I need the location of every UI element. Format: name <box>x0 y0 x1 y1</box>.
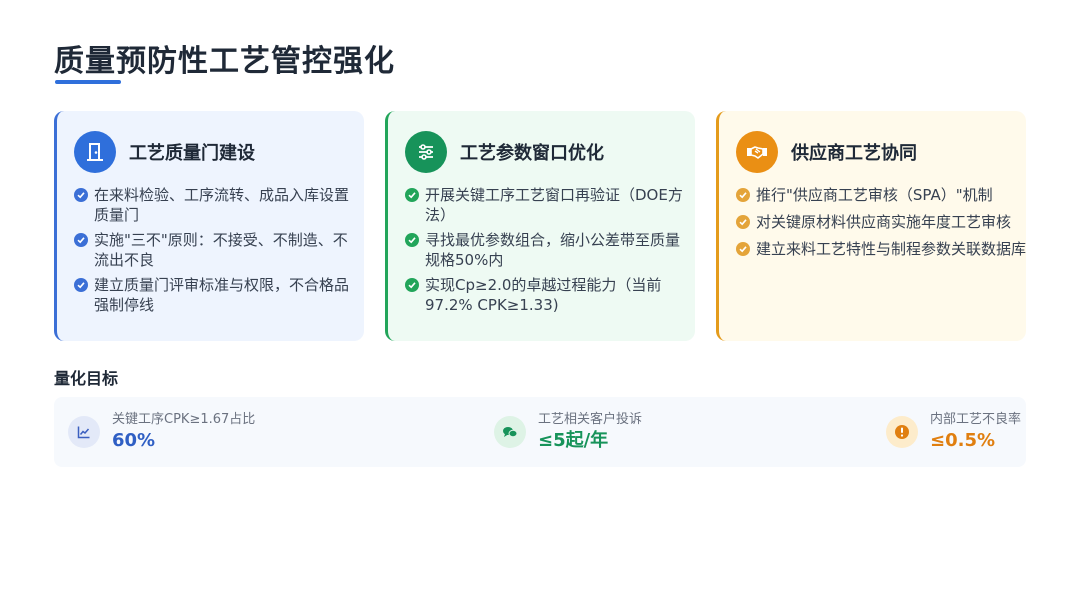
metric-label: 内部工艺不良率 <box>930 412 1022 427</box>
alert-icon <box>886 416 918 448</box>
page-title: 质量预防性工艺管控强化 <box>54 44 395 79</box>
metric-value: 60% <box>112 430 156 451</box>
door-icon <box>74 131 116 173</box>
check-icon <box>736 188 750 202</box>
handshake-icon <box>736 131 778 173</box>
metric-value: ≤5起/年 <box>538 430 609 451</box>
card-header: 工艺质量门建设 <box>74 131 255 173</box>
card-item-list: 推行"供应商工艺审核（SPA）"机制 对关键原材料供应商实施年度工艺审核 建立来… <box>736 185 1026 266</box>
check-icon <box>405 188 419 202</box>
item-text: 对关键原材料供应商实施年度工艺审核 <box>756 213 1012 231</box>
card-item-list: 开展关键工序工艺窗口再验证（DOE方法） 寻找最优参数组合，缩小公差带至质量规格… <box>405 185 687 320</box>
item-text: 建立来料工艺特性与制程参数关联数据库 <box>756 240 1026 258</box>
list-item: 建立质量门评审标准与权限，不合格品强制停线 <box>74 275 356 315</box>
item-text: 实施"三不"原则：不接受、不制造、不流出不良 <box>94 231 348 269</box>
metric-label: 关键工序CPK≥1.67占比 <box>112 412 256 427</box>
check-icon <box>74 233 88 247</box>
metric-complaints: 工艺相关客户投诉 ≤5起/年 <box>494 397 642 467</box>
card-supplier-collab: 供应商工艺协同 推行"供应商工艺审核（SPA）"机制 对关键原材料供应商实施年度… <box>716 111 1026 341</box>
check-icon <box>405 233 419 247</box>
targets-heading: 量化目标 <box>54 369 119 388</box>
card-title: 供应商工艺协同 <box>791 143 917 164</box>
check-icon <box>74 188 88 202</box>
card-title: 工艺质量门建设 <box>129 143 255 164</box>
metric-defect-rate: 内部工艺不良率 ≤0.5% <box>886 397 1021 467</box>
card-item-list: 在来料检验、工序流转、成品入库设置质量门 实施"三不"原则：不接受、不制造、不流… <box>74 185 356 320</box>
targets-bar: 关键工序CPK≥1.67占比 60% 工艺相关客户投诉 ≤5起/年 内部工艺不良 <box>54 397 1026 467</box>
list-item: 推行"供应商工艺审核（SPA）"机制 <box>736 185 1018 205</box>
list-item: 在来料检验、工序流转、成品入库设置质量门 <box>74 185 356 225</box>
list-item: 实施"三不"原则：不接受、不制造、不流出不良 <box>74 230 356 270</box>
item-text: 实现Cp≥2.0的卓越过程能力（当前97.2% CPK≥1.33) <box>425 276 662 314</box>
list-item: 实现Cp≥2.0的卓越过程能力（当前97.2% CPK≥1.33) <box>405 275 687 315</box>
check-icon <box>736 215 750 229</box>
check-icon <box>405 278 419 292</box>
list-item: 寻找最优参数组合，缩小公差带至质量规格50%内 <box>405 230 687 270</box>
list-item: 开展关键工序工艺窗口再验证（DOE方法） <box>405 185 687 225</box>
metric-cpk-ratio: 关键工序CPK≥1.67占比 60% <box>68 397 255 467</box>
check-icon <box>736 242 750 256</box>
strategy-cards: 工艺质量门建设 在来料检验、工序流转、成品入库设置质量门 实施"三不"原则：不接… <box>54 111 1026 341</box>
card-header: 工艺参数窗口优化 <box>405 131 604 173</box>
metric-label: 工艺相关客户投诉 <box>538 412 643 427</box>
card-title: 工艺参数窗口优化 <box>460 143 604 164</box>
title-underline <box>55 80 121 84</box>
chat-icon <box>494 416 526 448</box>
item-text: 推行"供应商工艺审核（SPA）"机制 <box>756 186 993 204</box>
item-text: 建立质量门评审标准与权限，不合格品强制停线 <box>94 276 350 314</box>
card-quality-gate: 工艺质量门建设 在来料检验、工序流转、成品入库设置质量门 实施"三不"原则：不接… <box>54 111 364 341</box>
card-header: 供应商工艺协同 <box>736 131 917 173</box>
card-process-window: 工艺参数窗口优化 开展关键工序工艺窗口再验证（DOE方法） 寻找最优参数组合，缩… <box>385 111 695 341</box>
metric-value: ≤0.5% <box>930 430 996 451</box>
check-icon <box>74 278 88 292</box>
item-text: 寻找最优参数组合，缩小公差带至质量规格50%内 <box>425 231 681 269</box>
item-text: 在来料检验、工序流转、成品入库设置质量门 <box>94 186 350 224</box>
item-text: 开展关键工序工艺窗口再验证（DOE方法） <box>425 186 683 224</box>
line-chart-icon <box>68 416 100 448</box>
list-item: 对关键原材料供应商实施年度工艺审核 <box>736 212 1018 232</box>
sliders-icon <box>405 131 447 173</box>
list-item: 建立来料工艺特性与制程参数关联数据库 <box>736 239 1026 259</box>
